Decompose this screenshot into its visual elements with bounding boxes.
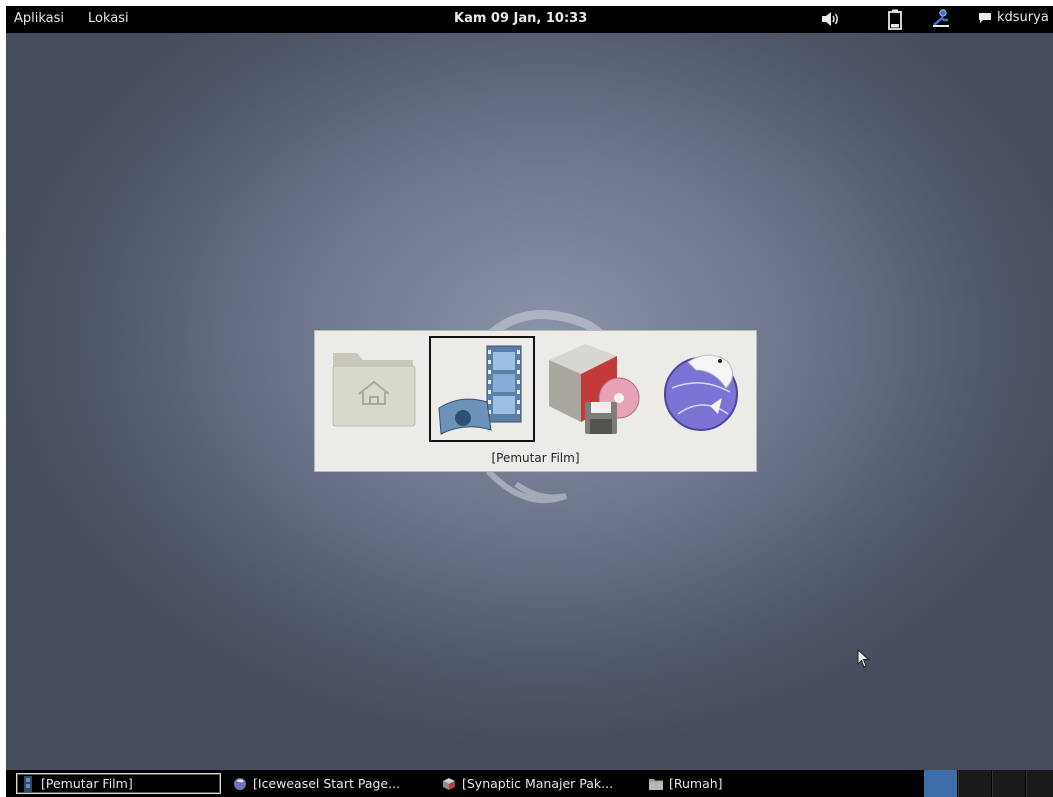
mouse-pointer-icon <box>857 649 870 668</box>
chat-bubble-icon <box>979 12 991 23</box>
task-label: [Pemutar Film] <box>41 776 133 791</box>
task-iceweasel[interactable]: [Iceweasel Start Page... <box>233 773 400 794</box>
top-panel: Aplikasi Lokasi Kam 09 Jan, 10:33 kdsury… <box>6 6 1053 33</box>
task-synaptic[interactable]: [Synaptic Manajer Pak... <box>442 773 613 794</box>
switcher-item-iceweasel[interactable] <box>648 336 754 442</box>
clock[interactable]: Kam 09 Jan, 10:33 <box>454 11 587 26</box>
task-rumah[interactable]: [Rumah] <box>649 773 723 794</box>
window-switcher: [Pemutar Film] <box>314 330 757 472</box>
applications-menu[interactable]: Aplikasi <box>14 11 64 26</box>
volume-icon[interactable] <box>820 10 840 32</box>
switcher-item-pemutar-film[interactable] <box>429 336 535 442</box>
task-label: [Rumah] <box>669 776 723 791</box>
switcher-item-rumah[interactable] <box>321 336 427 442</box>
workspace-3[interactable] <box>992 770 1025 797</box>
switcher-item-synaptic[interactable] <box>539 336 645 442</box>
folder-icon <box>649 778 663 790</box>
taskbar: [Pemutar Film] [Iceweasel Start Page... … <box>6 770 1053 797</box>
desktop[interactable]: Aplikasi Lokasi Kam 09 Jan, 10:33 kdsury… <box>6 6 1053 797</box>
workspace-2[interactable] <box>958 770 991 797</box>
iceweasel-icon <box>234 777 246 790</box>
user-name: kdsurya <box>997 10 1049 25</box>
video-player-icon <box>438 345 522 435</box>
selected-window-label: [Pemutar Film] <box>491 451 580 465</box>
task-label: [Iceweasel Start Page... <box>253 776 401 791</box>
package-manager-icon <box>443 777 455 790</box>
task-pemutar-film[interactable]: [Pemutar Film] <box>16 773 221 794</box>
workspace-1[interactable] <box>924 770 957 797</box>
task-label: [Synaptic Manajer Pak... <box>462 776 614 791</box>
package-manager-icon <box>549 344 640 434</box>
iceweasel-icon <box>664 354 738 431</box>
home-folder-icon <box>332 353 416 427</box>
accessibility-icon[interactable] <box>931 8 951 32</box>
places-menu[interactable]: Lokasi <box>88 11 129 26</box>
video-player-icon <box>24 775 32 792</box>
battery-icon[interactable] <box>888 9 902 34</box>
workspace-4[interactable] <box>1026 770 1053 797</box>
user-menu[interactable]: kdsurya <box>978 10 1049 25</box>
